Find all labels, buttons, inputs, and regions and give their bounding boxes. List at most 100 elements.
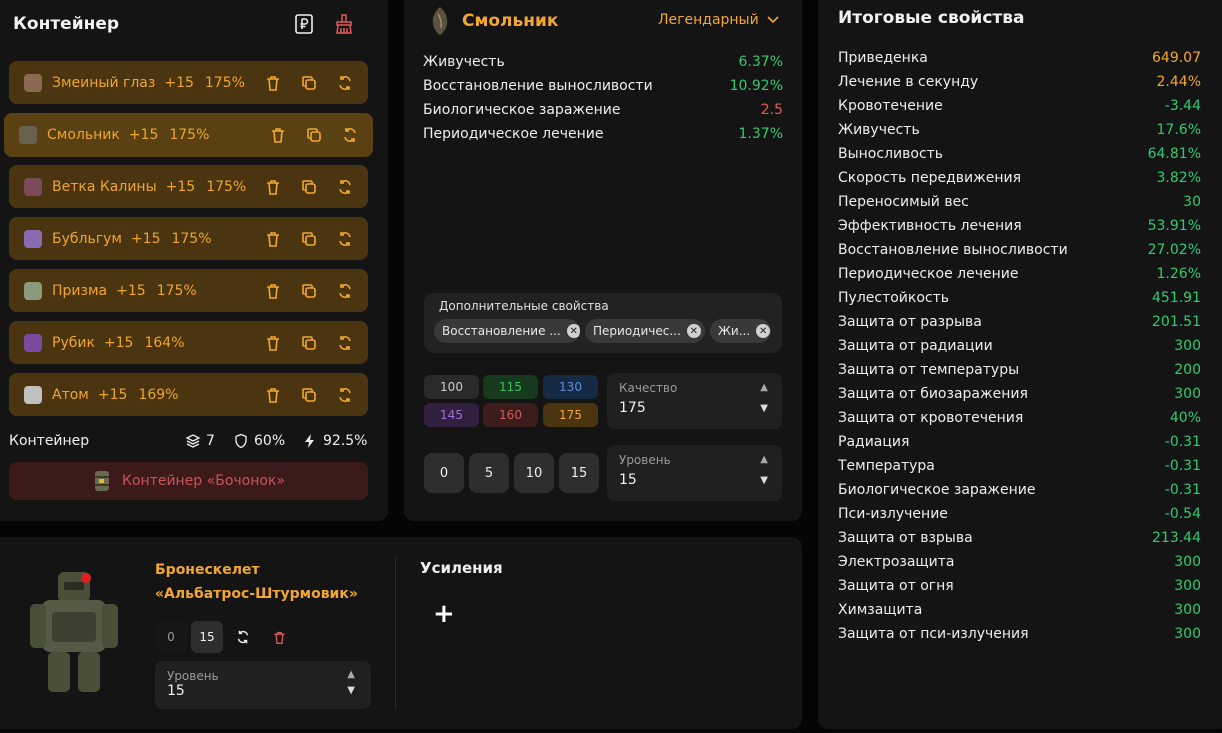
artifact-thumbnail-icon bbox=[24, 385, 42, 404]
broom-icon[interactable] bbox=[334, 14, 354, 34]
trash-icon[interactable] bbox=[264, 386, 282, 404]
artifact-name: Смольник bbox=[462, 11, 559, 31]
ruble-icon[interactable] bbox=[294, 14, 314, 34]
artifact-row[interactable]: Атом +15 169% bbox=[9, 373, 368, 416]
remove-chip-icon[interactable]: ✕ bbox=[756, 324, 771, 338]
artifact-row-quality: 169% bbox=[138, 386, 179, 403]
total-property-row: Переносимый вес 30 bbox=[838, 194, 1201, 210]
level-button[interactable]: 10 bbox=[514, 453, 554, 493]
artifact-row-name: Призма bbox=[52, 282, 108, 299]
level-button[interactable]: 0 bbox=[424, 453, 464, 493]
trash-icon[interactable] bbox=[264, 334, 282, 352]
exoskeleton-name: Бронескелет «Альбатрос-Штурмовик» bbox=[155, 558, 358, 606]
total-property-value: 451.91 bbox=[1152, 290, 1201, 306]
chevron-up-icon[interactable]: ▲ bbox=[760, 454, 768, 465]
refresh-icon[interactable] bbox=[336, 334, 354, 352]
level-select-label: Уровень bbox=[619, 453, 671, 467]
quality-button[interactable]: 175 bbox=[543, 403, 598, 427]
refresh-icon[interactable] bbox=[336, 230, 354, 248]
copy-icon[interactable] bbox=[300, 178, 318, 196]
extra-properties-box: Дополнительные свойства Восстановление .… bbox=[424, 293, 782, 353]
artifact-row[interactable]: Змеиный глаз +15 175% bbox=[9, 61, 368, 104]
artifact-row-quality: 175% bbox=[171, 230, 212, 247]
copy-icon[interactable] bbox=[300, 74, 318, 92]
remove-chip-icon[interactable]: ✕ bbox=[686, 324, 701, 338]
chevron-up-icon[interactable]: ▲ bbox=[760, 382, 768, 393]
trash-icon[interactable] bbox=[264, 74, 282, 92]
total-property-name: Эффективность лечения bbox=[838, 218, 1022, 234]
artifact-thumbnail-icon bbox=[24, 73, 42, 92]
artifact-row[interactable]: Смольник +15 175% bbox=[4, 113, 373, 157]
extra-property-chip[interactable]: Восстановление ... ✕ bbox=[434, 319, 580, 343]
artifact-row[interactable]: Рубик +15 164% bbox=[9, 321, 368, 364]
rarity-dropdown[interactable]: Легендарный bbox=[658, 12, 779, 28]
total-property-name: Выносливость bbox=[838, 146, 944, 162]
total-property-value: 300 bbox=[1174, 578, 1201, 594]
artifact-row[interactable]: Ветка Калины +15 175% bbox=[9, 165, 368, 208]
quality-button[interactable]: 115 bbox=[483, 375, 538, 399]
extra-property-chip[interactable]: Жи... ✕ bbox=[710, 319, 771, 343]
total-property-value: 300 bbox=[1174, 554, 1201, 570]
trash-icon[interactable] bbox=[264, 282, 282, 300]
copy-icon[interactable] bbox=[300, 334, 318, 352]
property-value: 6.37% bbox=[738, 54, 783, 70]
quality-button[interactable]: 160 bbox=[483, 403, 538, 427]
extra-property-chip[interactable]: Периодичес... ✕ bbox=[585, 319, 705, 343]
row-actions bbox=[264, 61, 354, 104]
refresh-icon[interactable] bbox=[336, 178, 354, 196]
trash-icon[interactable] bbox=[263, 621, 295, 653]
total-property-value: 17.6% bbox=[1156, 122, 1201, 138]
divider bbox=[395, 557, 396, 709]
copy-icon[interactable] bbox=[300, 230, 318, 248]
artifact-row[interactable]: Призма +15 175% bbox=[9, 269, 368, 312]
property-name: Биологическое заражение bbox=[423, 102, 621, 118]
copy-icon[interactable] bbox=[300, 386, 318, 404]
level-select[interactable]: Уровень 15 ▲ ▼ bbox=[607, 445, 782, 501]
chevron-up-icon[interactable]: ▲ bbox=[347, 669, 355, 680]
chevron-down-icon[interactable]: ▼ bbox=[347, 685, 355, 696]
total-property-row: Защита от огня 300 bbox=[838, 578, 1201, 594]
artifact-row-name: Змеиный глаз bbox=[52, 74, 156, 91]
trash-icon[interactable] bbox=[264, 230, 282, 248]
total-property-value: 64.81% bbox=[1147, 146, 1201, 162]
total-property-name: Защита от температуры bbox=[838, 362, 1020, 378]
level-button[interactable]: 5 bbox=[469, 453, 509, 493]
total-property-name: Защита от огня bbox=[838, 578, 954, 594]
total-property-value: -0.31 bbox=[1164, 434, 1201, 450]
artifact-row-level: +15 bbox=[103, 334, 134, 351]
barrel-container-button[interactable]: Контейнер «Бочонок» bbox=[9, 462, 368, 500]
copy-icon[interactable] bbox=[305, 126, 323, 144]
chevron-down-icon[interactable]: ▼ bbox=[760, 403, 768, 414]
quality-select[interactable]: Качество 175 ▲ ▼ bbox=[607, 373, 782, 429]
quality-button[interactable]: 100 bbox=[424, 375, 479, 399]
remove-chip-icon[interactable]: ✕ bbox=[566, 324, 580, 338]
chip-label: Восстановление ... bbox=[442, 324, 561, 338]
total-property-value: 27.02% bbox=[1147, 242, 1201, 258]
refresh-icon[interactable] bbox=[336, 74, 354, 92]
quality-button[interactable]: 130 bbox=[543, 375, 598, 399]
refresh-icon[interactable] bbox=[336, 386, 354, 404]
total-property-name: Пси-излучение bbox=[838, 506, 948, 522]
total-property-value: 200 bbox=[1174, 362, 1201, 378]
exo-level-select[interactable]: Уровень 15 ▲ ▼ bbox=[155, 661, 371, 709]
trash-icon[interactable] bbox=[264, 178, 282, 196]
level-select-value: 15 bbox=[619, 472, 637, 488]
exo-level-0-button[interactable]: 0 bbox=[155, 621, 187, 653]
efficiency-value: 92.5% bbox=[323, 433, 368, 449]
copy-icon[interactable] bbox=[300, 282, 318, 300]
add-boost-button[interactable]: + bbox=[433, 601, 455, 627]
trash-icon[interactable] bbox=[269, 126, 287, 144]
refresh-icon[interactable] bbox=[341, 126, 359, 144]
artifact-thumbnail-icon bbox=[24, 229, 42, 248]
total-property-name: Химзащита bbox=[838, 602, 923, 618]
artifact-row[interactable]: Бубльгум +15 175% bbox=[9, 217, 368, 260]
artifact-row-level: +15 bbox=[130, 230, 161, 247]
quality-button[interactable]: 145 bbox=[424, 403, 479, 427]
refresh-icon[interactable] bbox=[336, 282, 354, 300]
chevron-down-icon[interactable]: ▼ bbox=[760, 475, 768, 486]
exo-level-15-button[interactable]: 15 bbox=[191, 621, 223, 653]
refresh-icon[interactable] bbox=[227, 621, 259, 653]
total-property-value: 201.51 bbox=[1152, 314, 1201, 330]
level-button[interactable]: 15 bbox=[559, 453, 599, 493]
artifact-row-quality: 175% bbox=[169, 127, 210, 143]
